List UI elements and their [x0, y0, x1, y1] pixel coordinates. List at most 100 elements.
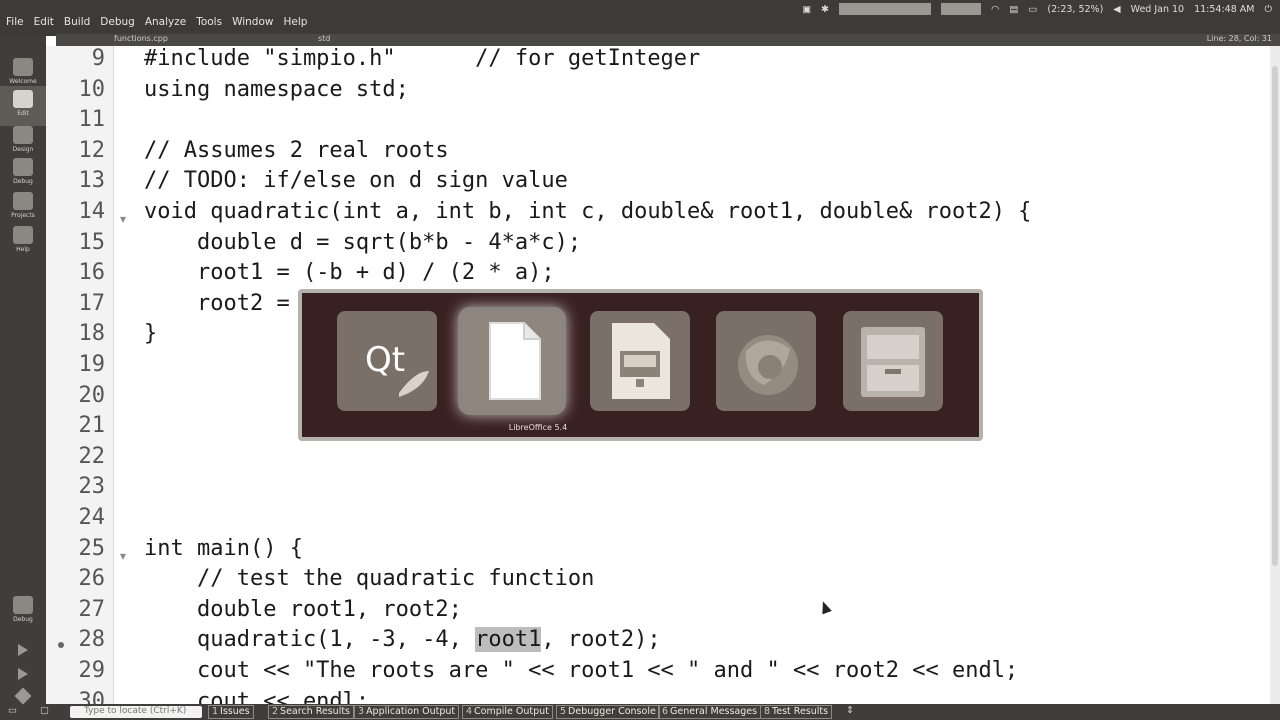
battery-icon[interactable]: ▭ [1028, 4, 1037, 15]
power-icon[interactable]: ⏻ [1264, 4, 1272, 15]
edit-icon [13, 90, 33, 108]
run-button[interactable] [0, 640, 46, 660]
code-line[interactable]: int main() { [144, 534, 303, 564]
tab-issues-num: 1 [212, 706, 219, 717]
battery-status[interactable]: (2:23, 52%) [1047, 4, 1103, 15]
line-number: 18 [78, 321, 106, 347]
mode-welcome-label: Welcome [9, 78, 37, 85]
code-line[interactable]: // TODO: if/else on d sign value [144, 166, 568, 196]
tab-debugger-console[interactable]: 5 Debugger Console [556, 705, 660, 719]
switcher-app-qt[interactable]: Qt [337, 311, 437, 411]
tab-search-results-label: Search Results [280, 706, 351, 717]
tab-application-output[interactable]: 3 Application Output [354, 705, 460, 719]
toggle-sidebar-icon[interactable]: ▭ [8, 705, 17, 716]
code-line[interactable]: quadratic(1, -3, -4, root1, root2); [144, 625, 661, 655]
switcher-app-files[interactable] [843, 311, 943, 411]
switcher-app-libreoffice[interactable] [462, 311, 562, 411]
editor-scrollbar[interactable] [1270, 46, 1280, 704]
breakpoint-marker[interactable] [58, 642, 64, 648]
svg-text:Qt: Qt [365, 340, 405, 380]
menu-help[interactable]: Help [283, 16, 307, 32]
switcher-app-impress[interactable] [590, 311, 690, 411]
tab-debugger-console-num: 5 [560, 706, 567, 717]
code-line[interactable]: void quadratic(int a, int b, int c, doub… [144, 197, 1031, 227]
scrollbar-thumb[interactable] [1272, 66, 1278, 566]
help-icon [13, 226, 33, 244]
menu-edit[interactable]: Edit [34, 16, 54, 32]
mode-design-label: Design [12, 146, 34, 153]
tab-general-messages[interactable]: 6 General Messages [658, 705, 762, 719]
line-number: 10 [78, 76, 106, 102]
line-number: 17 [78, 290, 106, 316]
tab-issues[interactable]: 1 Issues [208, 705, 254, 719]
code-line[interactable]: root1 = (-b + d) / (2 * a); [144, 258, 555, 288]
line-number: 28 [78, 627, 106, 653]
tab-compile-output-label: Compile Output [474, 706, 549, 717]
tray-bar-1 [839, 3, 932, 15]
cursor-position: Line: 28, Col: 31 [1206, 34, 1272, 43]
symbol-selector[interactable]: std [318, 34, 330, 43]
fold-marker-25[interactable]: ▾ [120, 549, 126, 563]
fold-marker-14[interactable]: ▾ [120, 212, 126, 226]
code-line[interactable]: cout << "The roots are " << root1 << " a… [144, 656, 1018, 686]
wifi-icon[interactable]: ◠ [991, 4, 999, 15]
code-line[interactable]: root2 = [144, 289, 290, 319]
mode-edit-label: Edit [17, 110, 29, 117]
keyboard-icon[interactable]: ▤ [1009, 4, 1018, 15]
tabs-overflow-icon[interactable]: ⇕ [846, 705, 854, 716]
tab-application-output-num: 3 [358, 706, 365, 717]
line-number: 25 [78, 535, 106, 561]
line-number: 16 [78, 260, 106, 286]
menu-debug[interactable]: Debug [100, 16, 135, 32]
code-line[interactable]: // test the quadratic function [144, 564, 594, 594]
firefox-icon [738, 335, 798, 395]
tab-issues-label: Issues [220, 706, 250, 717]
code-line[interactable]: double d = sqrt(b*b - 4*a*c); [144, 228, 581, 258]
code-line[interactable]: // Assumes 2 real roots [144, 136, 449, 166]
play-icon [18, 644, 28, 656]
toggle-output-icon[interactable]: ▢ [40, 705, 49, 716]
kit-selector[interactable]: Debug [0, 592, 46, 632]
menu-analyze[interactable]: Analyze [145, 16, 186, 32]
code-line[interactable]: } [144, 319, 157, 349]
monitor-icon [13, 596, 33, 614]
menubar: File Edit Build Debug Analyze Tools Wind… [0, 0, 1280, 36]
debug-play-icon [18, 668, 28, 680]
code-line[interactable]: using namespace std; [144, 75, 409, 105]
menu-tools[interactable]: Tools [196, 16, 222, 32]
tray-icon-2[interactable]: ✱ [821, 4, 829, 15]
build-button[interactable] [0, 686, 46, 706]
kit-label: Debug [13, 616, 33, 623]
tab-search-results[interactable]: 2 Search Results [268, 705, 355, 719]
tab-compile-output[interactable]: 4 Compile Output [462, 705, 553, 719]
file-cabinet-icon [861, 327, 925, 397]
clock-text[interactable]: 11:54:48 AM [1194, 4, 1254, 15]
switcher-app-firefox[interactable] [716, 311, 816, 411]
debug-icon [13, 158, 33, 176]
mode-edit[interactable]: Edit [0, 86, 46, 126]
debug-run-button[interactable] [0, 664, 46, 684]
tray-icon-1[interactable]: ▣ [802, 4, 811, 15]
tab-application-output-label: Application Output [366, 706, 456, 717]
switcher-selected-label: LibreOffice 5.4 [508, 423, 568, 432]
menu-build[interactable]: Build [64, 16, 90, 32]
code-line[interactable]: #include "simpio.h" // for getInteger [144, 44, 700, 74]
code-line[interactable]: double root1, root2; [144, 595, 462, 625]
volume-icon[interactable]: ◀ [1113, 4, 1120, 15]
menu-window[interactable]: Window [232, 16, 273, 32]
date-text[interactable]: Wed Jan 10 [1131, 4, 1184, 15]
locate-placeholder: Type to locate (Ctrl+K) [84, 706, 187, 716]
tab-general-messages-num: 6 [662, 706, 669, 717]
locate-input[interactable]: Type to locate (Ctrl+K) [70, 706, 202, 718]
mode-debug-label: Debug [13, 178, 33, 185]
menu-file[interactable]: File [6, 16, 24, 32]
line-number: 24 [78, 505, 106, 530]
impress-icon [612, 323, 670, 399]
mode-help[interactable]: Help [0, 222, 46, 262]
line-number: 9 [91, 46, 105, 71]
line-number-gutter: 9 10 11 12 13 14 15 16 17 18 19 20 21 22 23 24 25 26 27 28 2… [46, 46, 114, 714]
selected-token[interactable]: root1 [475, 627, 542, 653]
tab-test-results[interactable]: 8 Test Results [760, 705, 833, 719]
line-number: 15 [78, 229, 106, 255]
current-file-label[interactable]: functions.cpp [114, 34, 168, 43]
